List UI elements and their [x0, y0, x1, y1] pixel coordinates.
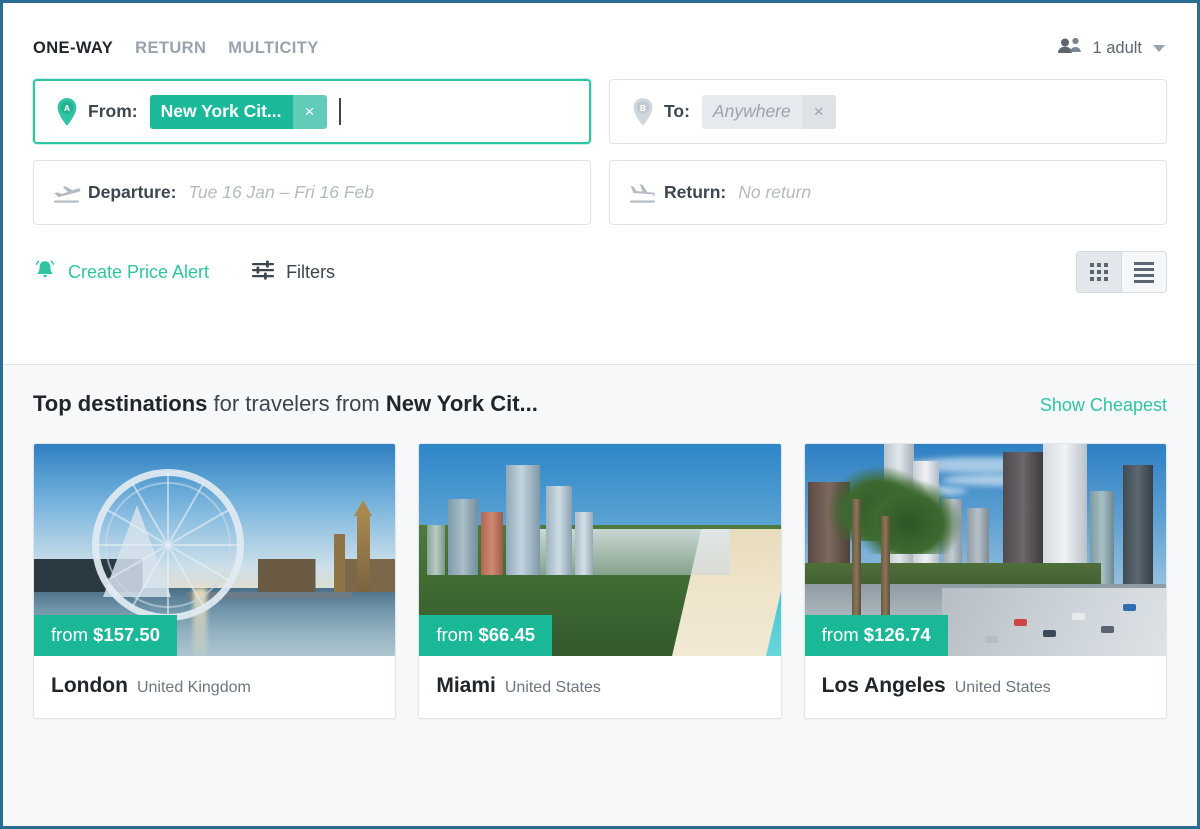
toolbar-actions: Create Price Alert Filters	[33, 258, 335, 287]
miami-price-prefix: from	[436, 624, 479, 645]
to-label: To:	[664, 101, 690, 121]
passenger-count-label: 1 adult	[1092, 38, 1142, 57]
search-toolbar: Create Price Alert Filters	[33, 241, 1167, 303]
results-title-lead: Top destinations	[33, 391, 208, 416]
from-token-remove-icon[interactable]: ×	[292, 94, 327, 129]
london-price-value: $157.50	[93, 624, 161, 645]
results-title-mid: for travelers from	[207, 391, 386, 416]
show-cheapest-link[interactable]: Show Cheapest	[1040, 395, 1167, 416]
los-angeles-price-badge: from $126.74	[804, 615, 948, 656]
return-label: Return:	[664, 182, 727, 202]
return-value: No return	[738, 182, 812, 202]
los-angeles-card-body: Los Angeles United States	[805, 656, 1166, 718]
bell-icon	[33, 258, 57, 287]
create-price-alert-button[interactable]: Create Price Alert	[33, 258, 209, 287]
departure-value: Tue 16 Jan – Fri 16 Feb	[188, 182, 374, 202]
filters-button[interactable]: Filters	[251, 259, 335, 286]
tab-multicity[interactable]: MULTICITY	[228, 39, 318, 58]
from-label: From:	[88, 101, 138, 121]
svg-text:B: B	[640, 103, 646, 113]
dates-row: Departure: Tue 16 Jan – Fri 16 Feb Retur…	[33, 160, 1167, 225]
miami-price-badge: from $66.45	[419, 615, 553, 656]
departure-field[interactable]: Departure: Tue 16 Jan – Fri 16 Feb	[33, 160, 591, 225]
svg-text:A: A	[64, 103, 70, 113]
plane-arrival-icon	[626, 180, 660, 206]
tab-return[interactable]: RETURN	[135, 39, 206, 58]
los-angeles-price-prefix: from	[821, 624, 864, 645]
search-panel: ONE-WAY RETURN MULTICITY 1 adult A From:…	[3, 3, 1197, 365]
miami-price-value: $66.45	[478, 624, 536, 645]
london-eye-icon	[91, 469, 244, 622]
london-city-name: London	[51, 674, 128, 697]
grid-view-button[interactable]	[1077, 252, 1122, 292]
los-angeles-price-value: $126.74	[863, 624, 931, 645]
to-token-text: Anywhere	[701, 94, 802, 129]
list-view-button[interactable]	[1122, 252, 1166, 292]
trip-type-tabs: ONE-WAY RETURN MULTICITY	[33, 39, 319, 58]
destination-cards: from $157.50 London United Kingdom from …	[33, 443, 1167, 719]
to-token[interactable]: Anywhere ×	[701, 94, 836, 129]
results-header: Top destinations for travelers from New …	[33, 365, 1167, 443]
flight-search-window: ONE-WAY RETURN MULTICITY 1 adult A From:…	[0, 0, 1200, 829]
destination-card-london[interactable]: from $157.50 London United Kingdom	[33, 443, 397, 719]
passenger-selector[interactable]: 1 adult	[1057, 37, 1167, 60]
trip-type-row: ONE-WAY RETURN MULTICITY 1 adult	[33, 31, 1167, 65]
tab-one-way[interactable]: ONE-WAY	[33, 39, 113, 58]
destination-card-los-angeles[interactable]: from $126.74 Los Angeles United States	[803, 443, 1167, 719]
los-angeles-image: from $126.74	[804, 444, 1166, 656]
view-mode-toggle	[1076, 251, 1167, 293]
london-card-body: London United Kingdom	[34, 656, 395, 718]
return-field[interactable]: Return: No return	[609, 160, 1167, 225]
results-title-origin: New York Cit...	[385, 391, 538, 416]
miami-image: from $66.45	[419, 444, 781, 656]
chevron-down-icon	[1153, 44, 1165, 52]
from-token[interactable]: New York Cit... ×	[149, 94, 327, 129]
london-image: from $157.50	[34, 444, 396, 656]
results-section: Top destinations for travelers from New …	[3, 365, 1197, 826]
filters-label: Filters	[286, 261, 336, 282]
list-icon	[1134, 261, 1154, 283]
london-country-name: United Kingdom	[136, 679, 251, 696]
to-token-remove-icon[interactable]: ×	[801, 94, 836, 129]
sliders-icon	[251, 259, 275, 286]
miami-card-body: Miami United States	[419, 656, 780, 718]
from-token-text: New York Cit...	[149, 94, 293, 129]
pin-b-icon: B	[626, 97, 660, 127]
price-alert-label: Create Price Alert	[68, 261, 210, 282]
people-icon	[1057, 37, 1083, 60]
results-title: Top destinations for travelers from New …	[33, 391, 538, 417]
plane-departure-icon	[50, 180, 84, 206]
from-text-cursor	[338, 98, 341, 125]
miami-city-name: Miami	[436, 674, 496, 697]
origin-destination-row: A From: New York Cit... × B To: Anywhere…	[33, 79, 1167, 144]
miami-country-name: United States	[504, 679, 601, 696]
destination-card-miami[interactable]: from $66.45 Miami United States	[418, 443, 782, 719]
london-price-badge: from $157.50	[34, 615, 178, 656]
london-price-prefix: from	[51, 624, 94, 645]
los-angeles-city-name: Los Angeles	[821, 674, 946, 697]
pin-a-icon: A	[50, 97, 84, 127]
grid-icon	[1090, 263, 1108, 281]
los-angeles-country-name: United States	[954, 679, 1051, 696]
from-field[interactable]: A From: New York Cit... ×	[33, 79, 591, 144]
departure-label: Departure:	[88, 182, 177, 202]
to-field[interactable]: B To: Anywhere ×	[609, 79, 1167, 144]
